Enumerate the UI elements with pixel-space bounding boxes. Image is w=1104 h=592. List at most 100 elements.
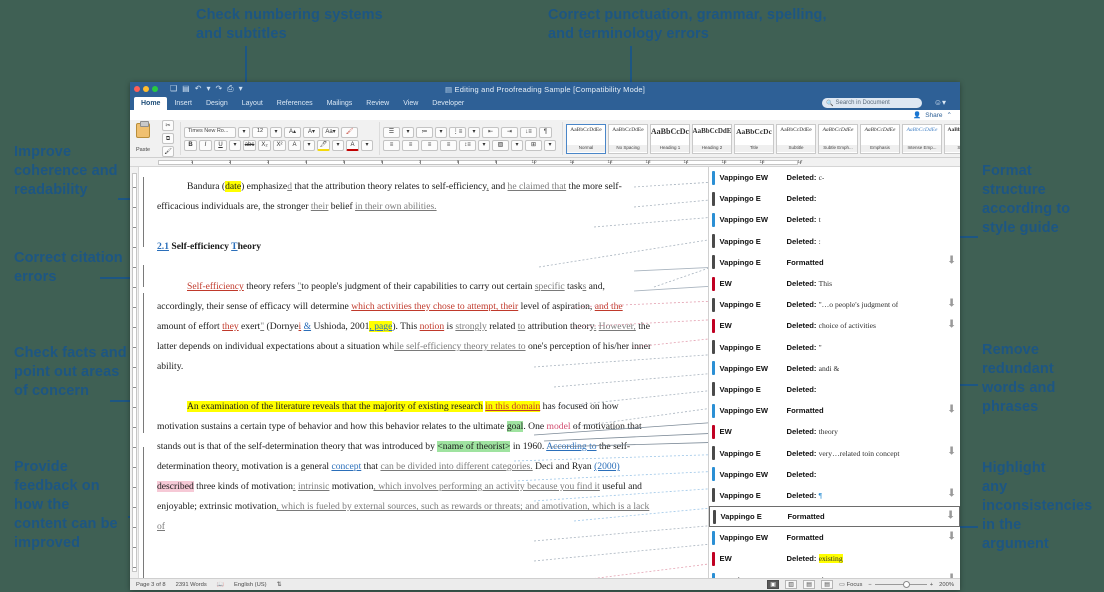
markup-row[interactable]: Vappingo E Deleted: : xyxy=(709,231,960,252)
paste-button[interactable]: Paste xyxy=(136,120,160,155)
sort-icon[interactable]: ↓≡ xyxy=(520,126,537,138)
markup-row[interactable]: Vappingo E Formatted ⬇ xyxy=(709,506,960,528)
markup-row[interactable]: Vappingo E Deleted: very…related toin con… xyxy=(709,442,960,463)
strikethrough-icon[interactable]: abc xyxy=(243,139,256,151)
tab-references[interactable]: References xyxy=(270,97,320,110)
tab-review[interactable]: Review xyxy=(359,97,396,110)
italic-button[interactable]: I xyxy=(199,139,212,151)
expand-revision-arrow-icon[interactable]: ⬇ xyxy=(947,298,956,310)
web-layout-icon[interactable]: ▥ xyxy=(785,580,798,589)
word-count[interactable]: 2391 Words xyxy=(176,582,207,588)
style-strong[interactable]: AaBbCcDdEe Strong xyxy=(944,123,960,154)
underline-button[interactable]: U xyxy=(214,139,227,151)
markup-row[interactable]: Vappingo EW Formatted ⬇ xyxy=(709,527,960,548)
line-spacing-icon[interactable]: ↕≡ xyxy=(459,139,476,151)
align-right-icon[interactable]: ≡ xyxy=(421,139,438,151)
tab-design[interactable]: Design xyxy=(199,97,235,110)
shading-icon[interactable]: ▨ xyxy=(492,139,509,151)
markup-row[interactable]: Vappingo E Formatted ⬇ xyxy=(709,252,960,273)
justify-icon[interactable]: ≡ xyxy=(440,139,457,151)
shrink-font-icon[interactable]: A▾ xyxy=(303,126,320,138)
numbered-dropdown-icon[interactable]: ▾ xyxy=(435,126,447,138)
style-no-spacing[interactable]: AaBbCcDdEe No Spacing xyxy=(608,123,648,154)
markup-row[interactable]: Vappingo E Deleted: ¶ ⬇ xyxy=(709,485,960,506)
markup-row[interactable]: Vappingo E Deleted: xyxy=(709,188,960,209)
smiley-icon[interactable]: ☺▾ xyxy=(934,98,946,107)
track-changes-icon[interactable]: ⇅ xyxy=(277,582,282,588)
multilevel-list-icon[interactable]: ⋮≡ xyxy=(449,126,466,138)
text-effects-dropdown-icon[interactable]: ▾ xyxy=(303,139,315,151)
style-normal[interactable]: AaBbCcDdEe Normal xyxy=(566,123,606,154)
expand-revision-arrow-icon[interactable]: ⬇ xyxy=(947,319,956,331)
tab-mailings[interactable]: Mailings xyxy=(320,97,360,110)
minimize-window-icon[interactable] xyxy=(143,86,149,92)
paragraph-marks-icon[interactable]: ¶ xyxy=(539,126,552,138)
zoom-window-icon[interactable] xyxy=(152,86,158,92)
style-intense-emphasis[interactable]: AaBbCcDdEe Intense Emp... xyxy=(902,123,942,154)
markup-row[interactable]: EW Deleted: existing xyxy=(709,548,960,569)
markup-row[interactable]: Vappingo E Deleted: xyxy=(709,379,960,400)
markup-row[interactable]: Vappingo EW Deleted: xyxy=(709,464,960,485)
markup-row[interactable]: Vappingo EW Deleted: andi & xyxy=(709,358,960,379)
font-size-select[interactable]: 12 xyxy=(252,126,268,138)
line-spacing-dropdown-icon[interactable]: ▾ xyxy=(478,139,490,151)
style-emphasis[interactable]: AaBbCcDdEe Emphasis xyxy=(860,123,900,154)
new-document-icon[interactable]: ❑ xyxy=(170,85,177,93)
print-icon[interactable]: ⎙ xyxy=(227,85,233,93)
focus-mode-button[interactable]: ▭ Focus xyxy=(839,582,862,588)
decrease-indent-icon[interactable]: ⇤ xyxy=(482,126,499,138)
markup-row[interactable]: Vappingo E Deleted: " xyxy=(709,337,960,358)
clear-formatting-icon[interactable]: 🖌 xyxy=(341,126,358,138)
markup-row[interactable]: Vappingo EW Deleted: c- xyxy=(709,167,960,188)
zoom-level[interactable]: 200% xyxy=(939,582,954,588)
print-layout-icon[interactable]: ▣ xyxy=(767,580,780,589)
spellcheck-icon[interactable]: 📖 xyxy=(217,582,224,588)
markup-row[interactable]: EW Deleted: choice of activities ⬇ xyxy=(709,315,960,336)
page-indicator[interactable]: Page 3 of 8 xyxy=(136,582,166,588)
tab-insert[interactable]: Insert xyxy=(167,97,199,110)
expand-revision-arrow-icon[interactable]: ⬇ xyxy=(947,446,956,459)
multilevel-dropdown-icon[interactable]: ▾ xyxy=(468,126,480,138)
shading-dropdown-icon[interactable]: ▾ xyxy=(511,139,523,151)
subscript-icon[interactable]: X₂ xyxy=(258,139,271,151)
highlight-dropdown-icon[interactable]: ▾ xyxy=(332,139,344,151)
markup-row[interactable]: Vappingo EW Deleted: t xyxy=(709,209,960,230)
superscript-icon[interactable]: X² xyxy=(273,139,286,151)
save-icon[interactable]: ▤ xyxy=(182,85,190,93)
style-title[interactable]: AaBbCcDc Title xyxy=(734,123,774,154)
ribbon-tabs[interactable]: Home Insert Design Layout References Mai… xyxy=(130,96,471,110)
zoom-slider[interactable]: − + xyxy=(868,580,933,588)
style-heading-2[interactable]: AaBbCcDdE Heading 2 xyxy=(692,123,732,154)
markup-row[interactable]: Vappingo E Deleted: "…o people's judgment… xyxy=(709,294,960,315)
document-page[interactable]: Bandura (date) emphasized that the attri… xyxy=(139,167,708,578)
text-effects-icon[interactable]: A xyxy=(288,139,301,151)
cut-icon[interactable]: ✂ xyxy=(162,120,174,131)
copy-icon[interactable]: ⧉ xyxy=(162,133,174,144)
markup-row[interactable]: EW Deleted: This xyxy=(709,273,960,294)
clipboard-mini-buttons[interactable]: ✂ ⧉ 🖌 xyxy=(162,120,174,157)
markup-row[interactable]: Vappingo EW Formatted ⬇ xyxy=(709,400,960,421)
close-window-icon[interactable] xyxy=(134,86,140,92)
font-color-dropdown-icon[interactable]: ▾ xyxy=(361,139,373,151)
search-input[interactable]: 🔍 Search in Document xyxy=(822,98,922,108)
grow-font-icon[interactable]: A▴ xyxy=(284,126,301,138)
font-family-dropdown-icon[interactable]: ▾ xyxy=(238,126,250,138)
tab-developer[interactable]: Developer xyxy=(425,97,471,110)
change-case-icon[interactable]: Aa▾ xyxy=(322,126,339,138)
vertical-ruler[interactable] xyxy=(130,167,139,578)
expand-revision-arrow-icon[interactable]: ⬇ xyxy=(947,573,956,578)
align-center-icon[interactable]: ≡ xyxy=(402,139,419,151)
font-family-select[interactable]: Times New Ro... xyxy=(184,126,236,138)
document-text[interactable]: Bandura (date) emphasized that the attri… xyxy=(157,177,652,557)
horizontal-ruler[interactable]: 1 2 3 4 5 6 7 8 9 10 11 12 13 14 15 16 1… xyxy=(130,158,960,167)
quick-access-toolbar[interactable]: ❑ ▤ ↶ ▾ ↷ ⎙ ▾ xyxy=(170,85,243,93)
font-size-dropdown-icon[interactable]: ▾ xyxy=(270,126,282,138)
language-indicator[interactable]: English (US) xyxy=(234,582,267,588)
increase-indent-icon[interactable]: ⇥ xyxy=(501,126,518,138)
markup-row[interactable]: EW Deleted: theory xyxy=(709,421,960,442)
bullet-list-icon[interactable]: ☰ xyxy=(383,126,400,138)
tab-view[interactable]: View xyxy=(396,97,425,110)
expand-revision-arrow-icon[interactable]: ⬇ xyxy=(947,255,956,268)
font-color-icon[interactable]: A xyxy=(346,139,359,151)
chevron-up-icon[interactable]: ⌃ xyxy=(947,111,952,119)
